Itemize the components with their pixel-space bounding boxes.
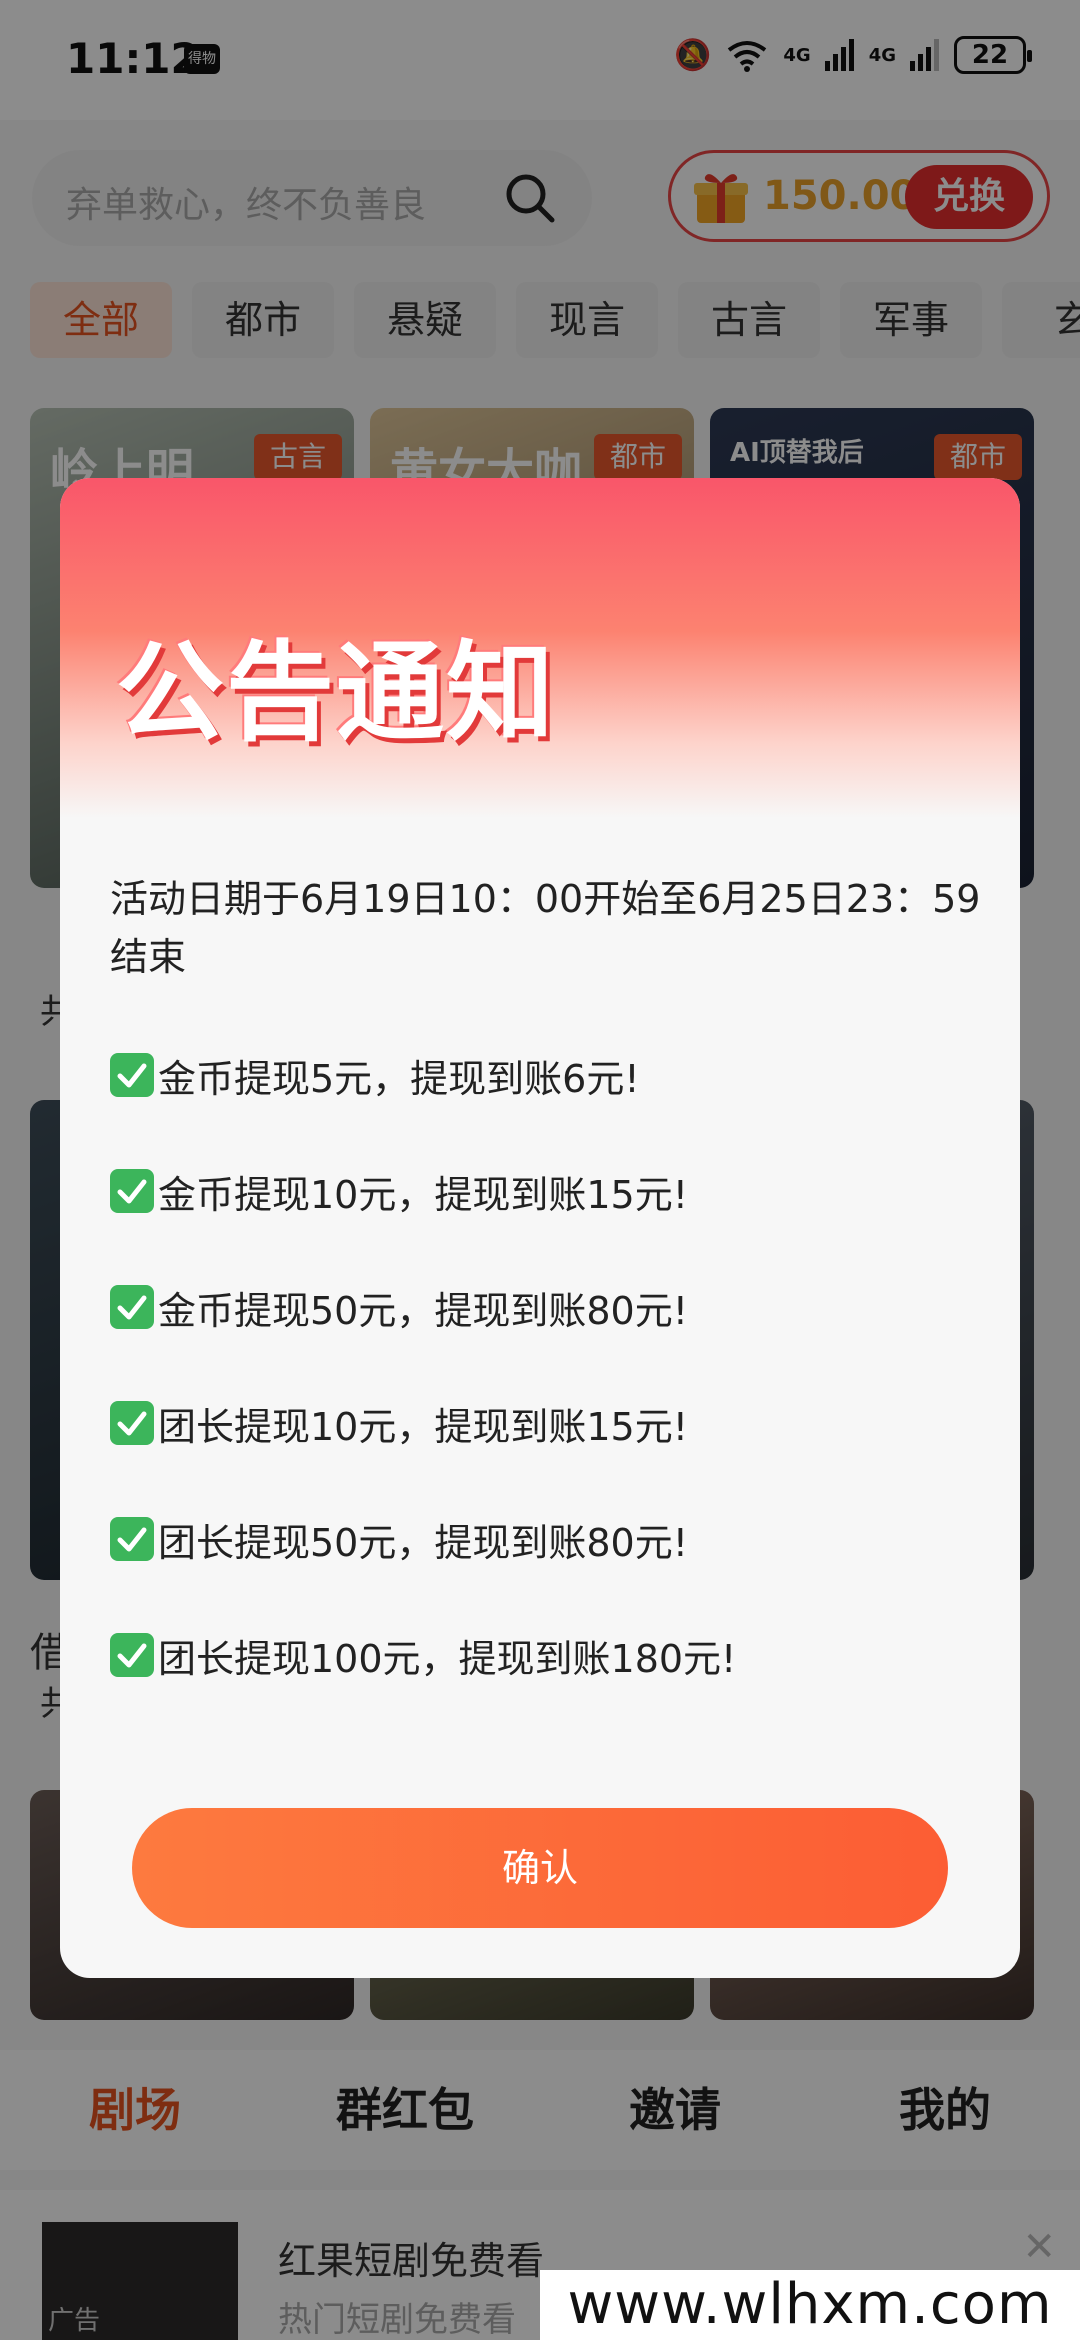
dialog-title: 公告通知 (116, 631, 557, 756)
rule-text: 金币提现10元，提现到账15元! (158, 1172, 688, 1217)
confirm-button[interactable]: 确认 (132, 1808, 948, 1928)
rule-item: 团长提现10元，提现到账15元! (110, 1394, 990, 1452)
check-icon (110, 1285, 154, 1329)
check-icon (110, 1633, 154, 1677)
watermark: www.wlhxm.com (540, 2270, 1080, 2340)
rule-text: 金币提现50元，提现到账80元! (158, 1288, 688, 1333)
rule-item: 团长提现100元，提现到账180元! (110, 1626, 990, 1684)
rule-item: 金币提现5元，提现到账6元! (110, 1046, 990, 1104)
rule-item: 团长提现50元，提现到账80元! (110, 1510, 990, 1568)
check-icon (110, 1053, 154, 1097)
check-icon (110, 1401, 154, 1445)
rule-text: 团长提现10元，提现到账15元! (158, 1404, 688, 1449)
announcement-dialog: 公告通知 活动日期于6月19日10：00开始至6月25日23：59结束 金币提现… (60, 478, 1020, 1978)
rule-text: 金币提现5元，提现到账6元! (158, 1056, 640, 1101)
dialog-body: 活动日期于6月19日10：00开始至6月25日23：59结束 金币提现5元，提现… (110, 870, 990, 1684)
activity-date-text: 活动日期于6月19日10：00开始至6月25日23：59结束 (110, 877, 981, 979)
rule-text: 团长提现50元，提现到账80元! (158, 1520, 688, 1565)
check-icon (110, 1517, 154, 1561)
check-icon (110, 1169, 154, 1213)
dialog-header: 公告通知 (60, 478, 1020, 818)
rule-text: 团长提现100元，提现到账180元! (158, 1636, 737, 1681)
rule-item: 金币提现50元，提现到账80元! (110, 1278, 990, 1336)
rule-item: 金币提现10元，提现到账15元! (110, 1162, 990, 1220)
